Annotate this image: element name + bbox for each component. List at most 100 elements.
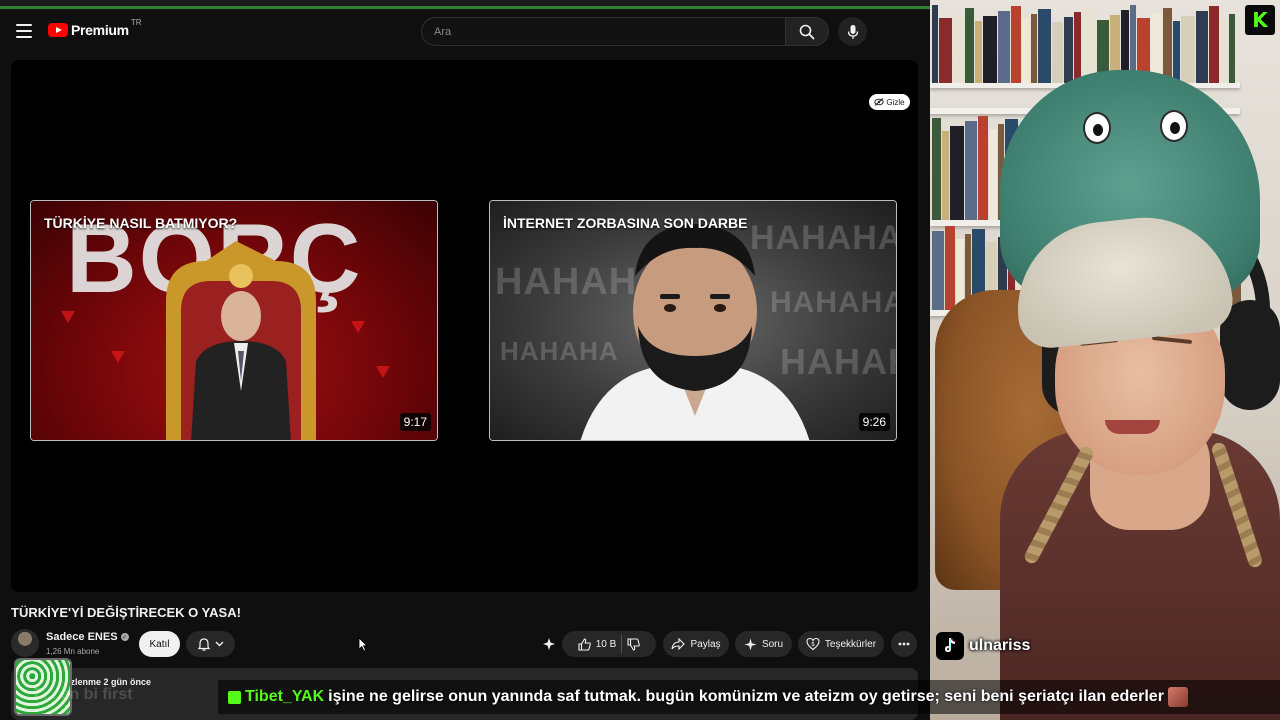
chevron-down-icon [215, 641, 223, 647]
video-player[interactable]: Gizle BORÇ TÜRKİYE NASIL BATMIYOR? 9:17 [11, 60, 918, 592]
search-icon [799, 24, 815, 39]
eye-slash-icon [874, 98, 885, 106]
red-arrow-decoration [376, 366, 390, 378]
subscriber-count: 1,26 Mn abone [46, 647, 100, 656]
channel-name[interactable]: Sadece ENES ✓ [46, 631, 129, 643]
endcard-2-title: İNTERNET ZORBASINA SON DARBE [503, 215, 748, 231]
channel-avatar[interactable] [11, 629, 39, 657]
ai-sparkle-icon [744, 638, 757, 650]
red-arrow-decoration [111, 351, 125, 363]
sparkle-icon [543, 638, 555, 650]
tiktok-icon [936, 632, 964, 660]
voice-search-button[interactable] [838, 17, 867, 46]
share-button[interactable]: Paylaş [663, 631, 729, 657]
subscription-bell-button[interactable] [186, 631, 235, 657]
book-spine [932, 231, 944, 310]
hype-button[interactable] [537, 631, 561, 657]
book-spine [942, 131, 949, 220]
verified-check-icon: ✓ [120, 633, 129, 641]
search-input[interactable] [421, 17, 785, 46]
book-spine [953, 13, 964, 83]
thumbs-up-icon [578, 637, 591, 651]
search-bar [421, 17, 829, 46]
plush-eye-left [1083, 112, 1111, 144]
dislike-button[interactable] [627, 637, 641, 651]
book-spine [1209, 6, 1219, 83]
like-dislike-group: 10 B [562, 631, 656, 657]
book-spine [939, 18, 952, 83]
chat-badge-icon [228, 690, 241, 704]
book-spine [975, 21, 982, 83]
book-spine [1022, 19, 1030, 83]
webcam-overlay: K ulnariss [930, 0, 1280, 720]
chat-username: Tibet_YAK [245, 688, 325, 705]
kick-letter: K [1252, 8, 1268, 32]
loading-progress-bar [0, 6, 930, 9]
share-arrow-icon [671, 638, 686, 650]
endcard-video-1[interactable]: BORÇ TÜRKİYE NASIL BATMIYOR? 9:17 [30, 200, 438, 441]
person-smile [1105, 420, 1160, 434]
endcard-1-title: TÜRKİYE NASIL BATMIYOR? [44, 215, 238, 231]
youtube-window: Premium TR Gizle BORÇ [0, 0, 930, 720]
kick-logo: K [1245, 5, 1275, 35]
logo-region: TR [130, 17, 142, 27]
join-button[interactable]: Katıl [139, 631, 180, 657]
youtube-premium-logo[interactable]: Premium TR [48, 18, 141, 38]
book-spine [1181, 16, 1195, 83]
book-spine [978, 116, 988, 220]
heart-dollar-icon: $ [806, 637, 820, 651]
channel-name-text: Sadece ENES [46, 631, 118, 643]
endcard-1-duration: 9:17 [399, 413, 431, 431]
plush-eye-right [1160, 110, 1188, 142]
book-spine [1074, 12, 1081, 83]
hide-endscreen-button[interactable]: Gizle [869, 94, 910, 110]
browser-top-strip [0, 0, 930, 10]
chat-text: işine ne gelirse onun yanında saf tutmak… [328, 688, 1164, 705]
menu-icon[interactable] [16, 24, 32, 38]
book-spine [1011, 6, 1021, 83]
tiktok-username: ulnariss [969, 637, 1031, 654]
like-button[interactable]: 10 B [578, 637, 617, 651]
more-horizontal-icon [898, 642, 910, 646]
endcard-2-duration: 9:26 [858, 413, 890, 431]
chat-emote-icon [1167, 687, 1188, 707]
microphone-icon [847, 24, 858, 39]
book-spine [1220, 19, 1228, 83]
thumbs-down-icon [627, 637, 641, 651]
bell-icon [197, 637, 210, 651]
throne-figure-illustration [166, 241, 316, 440]
book-spine [1196, 11, 1208, 83]
book-spine [950, 126, 964, 220]
chat-message: Tibet_YAK işine ne gelirse onun yanında … [228, 687, 1188, 707]
youtube-play-icon [48, 23, 68, 37]
previous-chat-message: Z... en bi first [33, 686, 133, 703]
youtube-header: Premium TR [0, 12, 930, 52]
book-spine [1038, 9, 1051, 83]
search-button[interactable] [785, 17, 829, 46]
book-spine [1229, 14, 1235, 83]
book-spine [998, 11, 1010, 83]
logo-text: Premium [71, 22, 129, 38]
tiktok-handle: ulnariss [936, 632, 1030, 660]
share-label: Paylaş [690, 638, 721, 650]
svg-text:$: $ [811, 641, 815, 648]
like-separator [621, 635, 623, 653]
red-arrow-decoration [351, 321, 365, 333]
book-spine [965, 8, 974, 83]
ask-label: Soru [761, 638, 784, 650]
book-spine [1052, 22, 1063, 83]
book-spine [983, 16, 997, 83]
book-spine [1031, 14, 1037, 83]
like-count: 10 B [595, 638, 617, 650]
book-spine [1163, 8, 1172, 83]
book-spine [965, 121, 977, 220]
book-spine [945, 226, 955, 310]
ask-button[interactable]: Soru [735, 631, 792, 657]
endcard-video-2[interactable]: HAHAHA HAHAHA HAHAHA HAHAHA HAHAHA İNTER… [489, 200, 897, 441]
more-actions-button[interactable] [891, 631, 917, 657]
video-title: TÜRKİYE'Yİ DEĞİŞTİRECEK O YASA! [11, 605, 241, 620]
book-spine [1064, 17, 1073, 83]
book-spine [1082, 7, 1096, 83]
thanks-button[interactable]: $ Teşekkürler [798, 631, 884, 657]
hide-label: Gizle [886, 97, 905, 107]
